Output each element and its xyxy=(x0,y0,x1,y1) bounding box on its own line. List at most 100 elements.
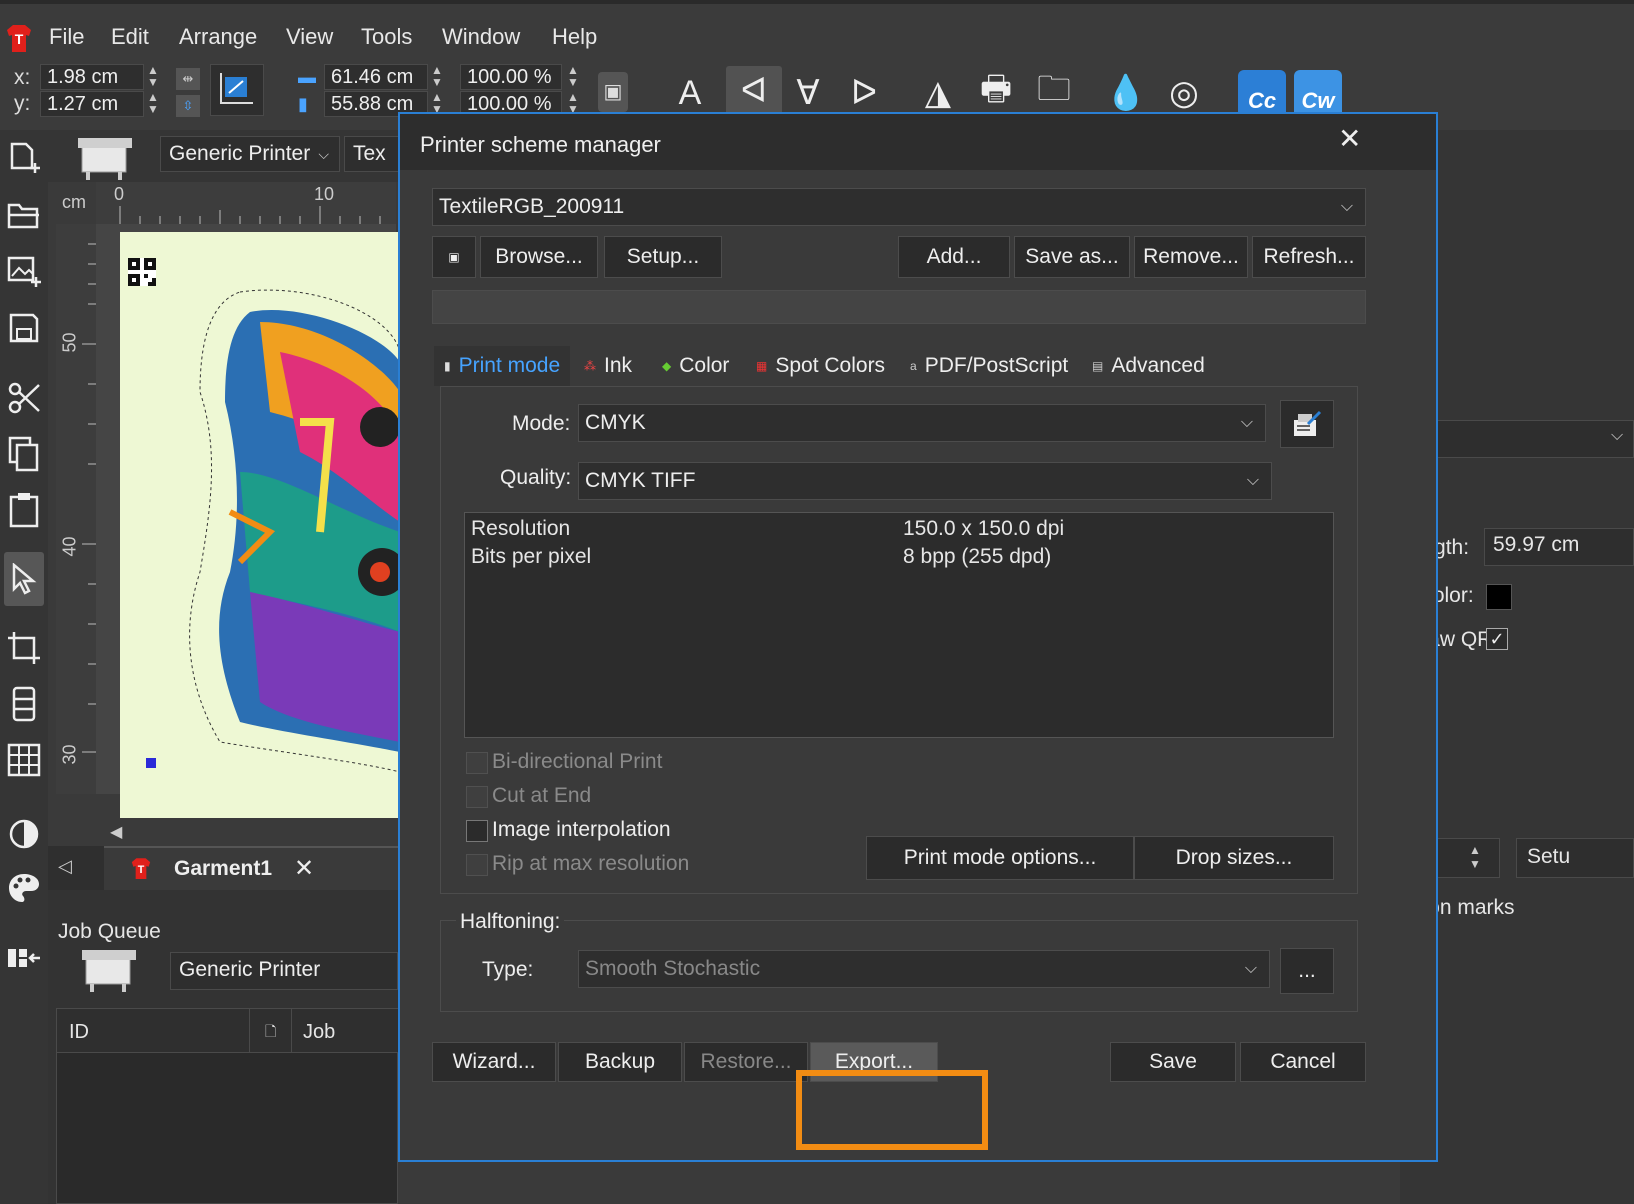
backup-button[interactable]: Backup xyxy=(558,1042,682,1082)
lock-ratio-icon[interactable]: ▣ xyxy=(598,72,628,112)
menu-view[interactable]: View xyxy=(286,24,333,50)
ruler-left: 50 40 30 xyxy=(56,224,96,794)
scheme-select-value: TextileRGB_200911 xyxy=(439,195,625,218)
artboard[interactable] xyxy=(120,232,400,818)
print-mode-options-button[interactable]: Print mode options... xyxy=(866,836,1134,880)
menu-help[interactable]: Help xyxy=(552,24,597,50)
tab-print-mode[interactable]: ▮ Print mode xyxy=(434,346,571,386)
cut-at-end-checkbox[interactable] xyxy=(466,786,488,808)
paste-icon[interactable] xyxy=(4,488,44,532)
tab-scroll-left-icon[interactable]: ◁ xyxy=(58,856,72,877)
hotfolder-icon[interactable]: 🗀 xyxy=(1032,68,1076,118)
flip-icon[interactable]: ◮ xyxy=(916,68,960,118)
horizontal-scrollbar[interactable]: ◀ xyxy=(96,818,396,846)
crop-icon[interactable] xyxy=(4,626,44,670)
marks-color-swatch[interactable] xyxy=(1486,584,1512,610)
browse-button[interactable]: Browse... xyxy=(480,236,598,278)
printer-select[interactable]: Generic Printer ⌵ xyxy=(160,136,340,172)
left-toolbar xyxy=(0,130,48,1204)
printer-icon[interactable] xyxy=(74,134,136,180)
refresh-button[interactable]: Refresh... xyxy=(1252,236,1366,278)
tab-advanced[interactable]: ▤ Advanced xyxy=(1092,346,1205,386)
add-button[interactable]: Add... xyxy=(898,236,1010,278)
bidirectional-label: Bi-directional Print xyxy=(492,750,663,773)
text-left-icon[interactable]: ᐊ xyxy=(726,66,782,116)
print-settings-icon[interactable]: 🖶 xyxy=(974,68,1018,118)
remove-button[interactable]: Remove... xyxy=(1134,236,1248,278)
second-select[interactable]: Tex xyxy=(344,136,400,172)
width-field[interactable]: 61.46 cm xyxy=(324,64,428,90)
halftone-type-select[interactable]: Smooth Stochastic ⌵ xyxy=(578,950,1270,988)
save-as-button[interactable]: Save as... xyxy=(1014,236,1130,278)
y-spinner[interactable]: ▲ ▼ xyxy=(146,91,160,117)
wizard-button[interactable]: Wizard... xyxy=(432,1042,556,1082)
text-down-icon[interactable]: ∀ xyxy=(786,68,830,118)
tab-ink[interactable]: ⁂ Ink xyxy=(584,346,632,386)
image-interpolation-checkbox[interactable] xyxy=(466,820,488,842)
mode-settings-button[interactable] xyxy=(1280,400,1334,448)
copy-icon[interactable] xyxy=(4,432,44,476)
close-icon[interactable]: ✕ xyxy=(1338,122,1361,155)
scheme-select[interactable]: TextileRGB_200911 ⌵ xyxy=(432,188,1366,226)
tab-spot-colors[interactable]: ▦ Spot Colors xyxy=(756,346,885,386)
unit-spinner[interactable]: ▲ ▼ xyxy=(1469,843,1481,871)
bidirectional-checkbox[interactable] xyxy=(466,752,488,774)
menu-file[interactable]: File xyxy=(49,24,84,50)
quality-label: Quality: xyxy=(500,466,572,489)
x-position-field[interactable]: 1.98 cm xyxy=(40,64,144,90)
width-spinner[interactable]: ▲ ▼ xyxy=(430,64,444,90)
quality-select[interactable]: CMYK TIFF ⌵ xyxy=(578,462,1272,500)
scroll-left-icon[interactable]: ◀ xyxy=(110,822,122,842)
setup-button[interactable]: Setup... xyxy=(604,236,722,278)
align-v-icon[interactable]: ⇳ xyxy=(176,95,200,117)
draw-qr-checkbox[interactable]: ✓ xyxy=(1486,628,1508,650)
grid-icon[interactable] xyxy=(4,738,44,782)
info-key: Bits per pixel xyxy=(471,545,592,568)
cw-cloud-icon[interactable]: Cw xyxy=(1294,70,1342,118)
drop-sizes-button[interactable]: Drop sizes... xyxy=(1134,836,1334,880)
tab-color[interactable]: ◆ Color xyxy=(662,346,729,386)
tab-garment1[interactable]: T Garment1 ✕ xyxy=(104,846,398,890)
origin-icon[interactable] xyxy=(210,64,264,116)
import-image-icon[interactable] xyxy=(4,250,44,294)
y-position-field[interactable]: 1.27 cm xyxy=(40,91,144,117)
mode-select[interactable]: CMYK ⌵ xyxy=(578,404,1266,442)
length-field[interactable]: 59.97 cm xyxy=(1484,528,1634,566)
menu-arrange[interactable]: Arrange xyxy=(179,24,257,50)
restore-button[interactable]: Restore... xyxy=(684,1042,808,1082)
scale-width-field[interactable]: 100.00 % xyxy=(460,64,562,90)
tab-pdf-postscript[interactable]: a PDF/PostScript xyxy=(910,346,1068,386)
menu-window[interactable]: Window xyxy=(442,24,520,50)
align-h-icon[interactable]: ⇹ xyxy=(176,68,200,90)
scale-width-spinner[interactable]: ▲ ▼ xyxy=(566,64,580,90)
collapse-panel-icon[interactable] xyxy=(4,936,44,980)
layers-icon[interactable] xyxy=(4,682,44,726)
save-icon[interactable] xyxy=(4,306,44,350)
menu-tools[interactable]: Tools xyxy=(361,24,412,50)
cancel-button[interactable]: Cancel xyxy=(1240,1042,1366,1082)
close-tab-icon[interactable]: ✕ xyxy=(294,854,314,883)
contrast-icon[interactable] xyxy=(4,812,44,856)
new-document-icon[interactable] xyxy=(4,138,44,182)
column-id[interactable]: ID xyxy=(69,1021,89,1044)
x-spinner[interactable]: ▲ ▼ xyxy=(146,64,160,90)
ink-drop-icon[interactable]: 💧 xyxy=(1104,68,1148,118)
cc-cloud-icon[interactable]: Cc xyxy=(1238,70,1286,118)
setup-button[interactable]: Setu xyxy=(1516,838,1634,878)
halftone-options-button[interactable]: ... xyxy=(1280,948,1334,994)
column-job[interactable]: Job xyxy=(303,1021,335,1044)
open-folder-icon[interactable] xyxy=(4,194,44,238)
cut-icon[interactable] xyxy=(4,376,44,420)
text-right-icon[interactable]: ᐅ xyxy=(842,68,886,118)
palette-icon[interactable] xyxy=(4,866,44,910)
lock-scheme-button[interactable]: ▣ xyxy=(432,236,476,278)
rip-max-resolution-checkbox[interactable] xyxy=(466,854,488,876)
image-interpolation-label: Image interpolation xyxy=(492,818,671,841)
queue-printer-select[interactable]: Generic Printer xyxy=(170,952,398,990)
save-button[interactable]: Save xyxy=(1110,1042,1236,1082)
menu-edit[interactable]: Edit xyxy=(111,24,149,50)
mode-label: Mode: xyxy=(512,412,571,435)
text-icon[interactable]: A xyxy=(668,68,712,118)
webcam-icon[interactable]: ◎ xyxy=(1162,68,1206,118)
select-tool-icon[interactable] xyxy=(4,552,44,606)
